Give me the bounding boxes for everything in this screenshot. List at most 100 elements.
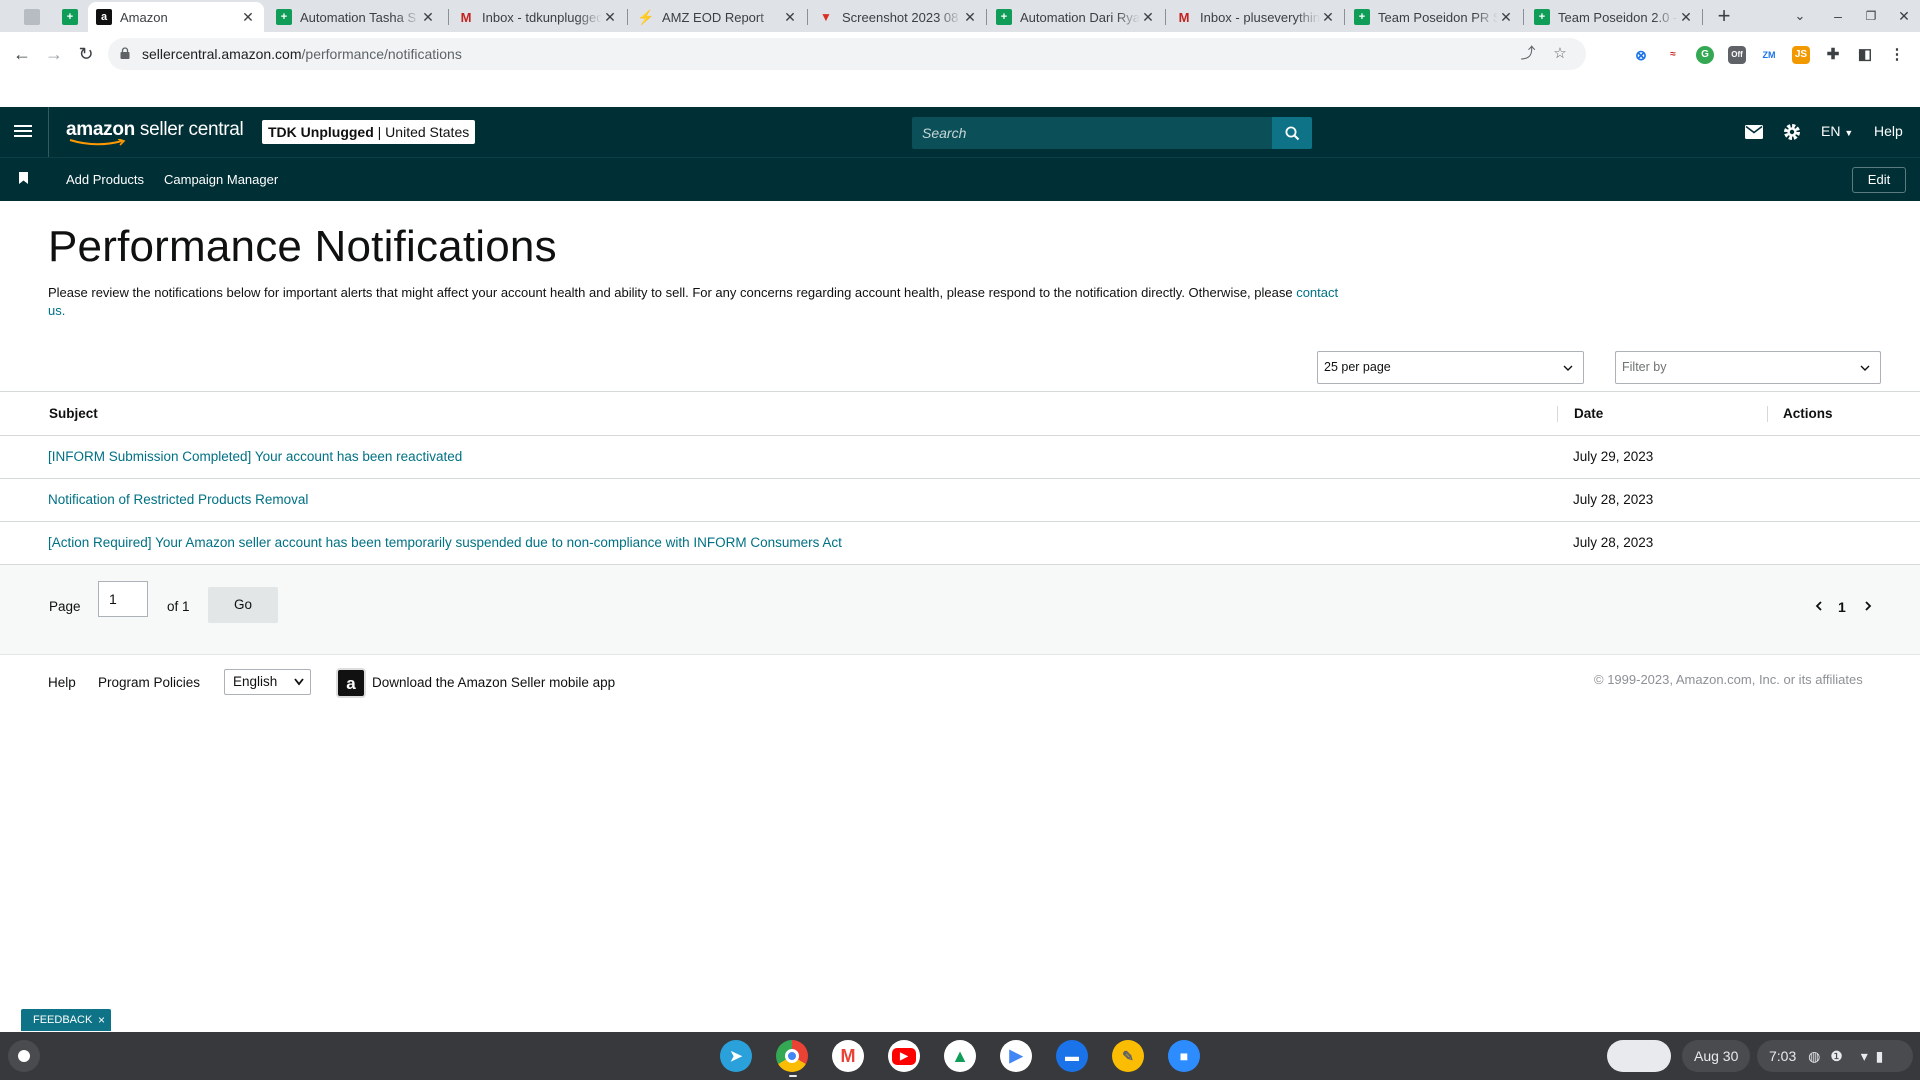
page-number-input[interactable]	[98, 581, 148, 617]
close-tab-icon[interactable]: ✕	[602, 9, 618, 26]
brand-prefix: amazon	[66, 119, 135, 140]
search-input[interactable]: Search	[912, 117, 1272, 149]
extension-js-icon[interactable]: JS	[1792, 46, 1810, 64]
pinned-tab-1[interactable]	[16, 2, 52, 32]
kebab-menu-icon[interactable]: ⋮	[1888, 46, 1906, 64]
seller-central-header: amazon seller central TDK Unplugged | Un…	[0, 107, 1920, 157]
bookmark-star-icon[interactable]: ☆	[1550, 44, 1570, 64]
side-panel-icon[interactable]: ◧	[1856, 46, 1874, 64]
seller-central-logo[interactable]: amazon seller central	[66, 119, 244, 146]
keep-icon[interactable]: ✎	[1112, 1040, 1144, 1072]
gmail-icon: M	[460, 9, 472, 25]
help-link[interactable]: Help	[1874, 123, 1903, 139]
restore-icon[interactable]: ❐	[1857, 4, 1885, 28]
edit-bookmarks-button[interactable]: Edit	[1852, 167, 1906, 193]
reload-icon[interactable]: ↻	[72, 40, 100, 68]
feedback-label: FEEDBACK	[33, 1014, 93, 1026]
pagination-bar: Page of 1 Go 1	[0, 565, 1920, 655]
date-pill[interactable]: Aug 30	[1682, 1040, 1751, 1072]
sheets-icon: +	[1354, 9, 1370, 25]
close-tab-icon[interactable]: ✕	[1320, 9, 1336, 26]
download-app-link[interactable]: Download the Amazon Seller mobile app	[372, 675, 615, 690]
notification-count-icon: ❶	[1830, 1048, 1843, 1064]
zoom-icon[interactable]: ■	[1168, 1040, 1200, 1072]
tab-amz-eod-report[interactable]: ⚡ AMZ EOD Report ✕	[630, 2, 806, 32]
files-icon[interactable]: ▬	[1056, 1040, 1088, 1072]
drive-icon[interactable]: ▲	[944, 1040, 976, 1072]
campaign-manager-link[interactable]: Campaign Manager	[164, 172, 278, 187]
close-tab-icon[interactable]: ✕	[962, 9, 978, 26]
notification-subject-link[interactable]: [Action Required] Your Amazon seller acc…	[48, 535, 842, 550]
tab-search-icon[interactable]: ⌄	[1786, 4, 1814, 28]
extension-grammarly-icon[interactable]: G	[1696, 46, 1714, 64]
close-tab-icon[interactable]: ✕	[1678, 9, 1694, 26]
chrome-icon[interactable]	[776, 1040, 808, 1072]
settings-gear-icon[interactable]	[1781, 121, 1803, 143]
footer-help-link[interactable]: Help	[48, 675, 76, 690]
bookmark-bar: Add Products Campaign Manager Edit	[0, 157, 1920, 201]
filter-by-select[interactable]: Filter by	[1615, 351, 1881, 384]
hamburger-menu-icon[interactable]	[14, 122, 32, 142]
column-header-subject[interactable]: Subject	[49, 406, 98, 421]
next-page-icon[interactable]	[1862, 600, 1874, 612]
footer-language-select[interactable]: English	[224, 669, 311, 695]
launcher-icon[interactable]	[8, 1040, 40, 1072]
tab-inbox-tdkunplugged[interactable]: M Inbox - tdkunplugged ✕	[450, 2, 626, 32]
messages-icon[interactable]	[1743, 121, 1765, 143]
back-icon[interactable]: ←	[8, 40, 36, 68]
extension-icon[interactable]: ≈	[1664, 46, 1682, 64]
close-tab-icon[interactable]: ✕	[420, 9, 436, 26]
tab-automation-tasha[interactable]: + Automation Tasha S ✕	[268, 2, 444, 32]
close-tab-icon[interactable]: ✕	[240, 9, 256, 26]
bookmark-icon[interactable]	[19, 172, 28, 184]
column-header-date[interactable]: Date	[1574, 406, 1603, 421]
forward-icon[interactable]: →	[40, 40, 68, 68]
extension-off-icon[interactable]: Off	[1728, 46, 1746, 64]
add-products-link[interactable]: Add Products	[66, 172, 144, 187]
gmail-icon[interactable]: M	[832, 1040, 864, 1072]
address-bar[interactable]: sellercentral.amazon.com/performance/not…	[108, 38, 1586, 70]
pinned-tab-2[interactable]: +	[54, 2, 90, 32]
close-tab-icon[interactable]: ✕	[1140, 9, 1156, 26]
active-app-indicator	[789, 1075, 797, 1077]
language-selector[interactable]: EN ▼	[1821, 123, 1853, 139]
share-icon[interactable]: ⤴	[1518, 44, 1538, 64]
tab-screenshot[interactable]: ▼ Screenshot 2023 08 ✕	[810, 2, 986, 32]
program-policies-link[interactable]: Program Policies	[98, 675, 200, 690]
minimize-icon[interactable]: –	[1824, 4, 1852, 28]
search-button[interactable]	[1272, 117, 1312, 149]
tab-title: Amazon	[120, 9, 168, 25]
play-store-icon[interactable]: ▶	[1000, 1040, 1032, 1072]
battery-icon: ▮	[1875, 1048, 1884, 1064]
go-button[interactable]: Go	[208, 587, 278, 623]
tab-title: Automation Dari Rya	[1020, 9, 1140, 25]
close-window-icon[interactable]: ✕	[1890, 4, 1918, 28]
extensions-puzzle-icon[interactable]: ✚	[1824, 46, 1842, 64]
account-switcher[interactable]: TDK Unplugged | United States	[262, 120, 476, 144]
notification-date: July 28, 2023	[1573, 492, 1654, 507]
per-page-select[interactable]: 25 per page	[1317, 351, 1584, 384]
screenshot-icon: ▼	[820, 10, 832, 24]
extension-globe-icon[interactable]: ⊗	[1632, 46, 1650, 64]
tab-team-poseidon-pr[interactable]: + Team Poseidon PR S ✕	[1346, 2, 1522, 32]
notification-subject-link[interactable]: Notification of Restricted Products Remo…	[48, 492, 308, 507]
new-tab-button[interactable]: +	[1710, 4, 1738, 28]
tab-amazon[interactable]: a Amazon ✕	[88, 2, 264, 32]
close-feedback-icon[interactable]: ×	[98, 1009, 105, 1031]
youtube-icon[interactable]: ▶	[888, 1040, 920, 1072]
holding-space-thumbnail[interactable]	[1607, 1040, 1671, 1072]
intro-body: Please review the notifications below fo…	[48, 285, 1297, 300]
amazon-seller-app-icon: a	[336, 668, 366, 698]
tab-automation-dari[interactable]: + Automation Dari Rya ✕	[988, 2, 1164, 32]
notification-subject-link[interactable]: [INFORM Submission Completed] Your accou…	[48, 449, 462, 464]
status-tray[interactable]: 7:03 ◍ ❶ ▾ ▮	[1757, 1040, 1913, 1072]
extension-zm-icon[interactable]: ZM	[1760, 46, 1778, 64]
tab-inbox-pluseverything[interactable]: M Inbox - pluseverythin ✕	[1168, 2, 1344, 32]
feedback-button[interactable]: FEEDBACK ×	[21, 1009, 111, 1031]
tab-team-poseidon-2[interactable]: + Team Poseidon 2.0 - ✕	[1526, 2, 1702, 32]
close-tab-icon[interactable]: ✕	[782, 9, 798, 26]
close-tab-icon[interactable]: ✕	[1498, 9, 1514, 26]
telegram-icon[interactable]: ➤	[720, 1040, 752, 1072]
previous-page-icon[interactable]	[1813, 600, 1825, 612]
current-page-number[interactable]: 1	[1838, 599, 1846, 615]
